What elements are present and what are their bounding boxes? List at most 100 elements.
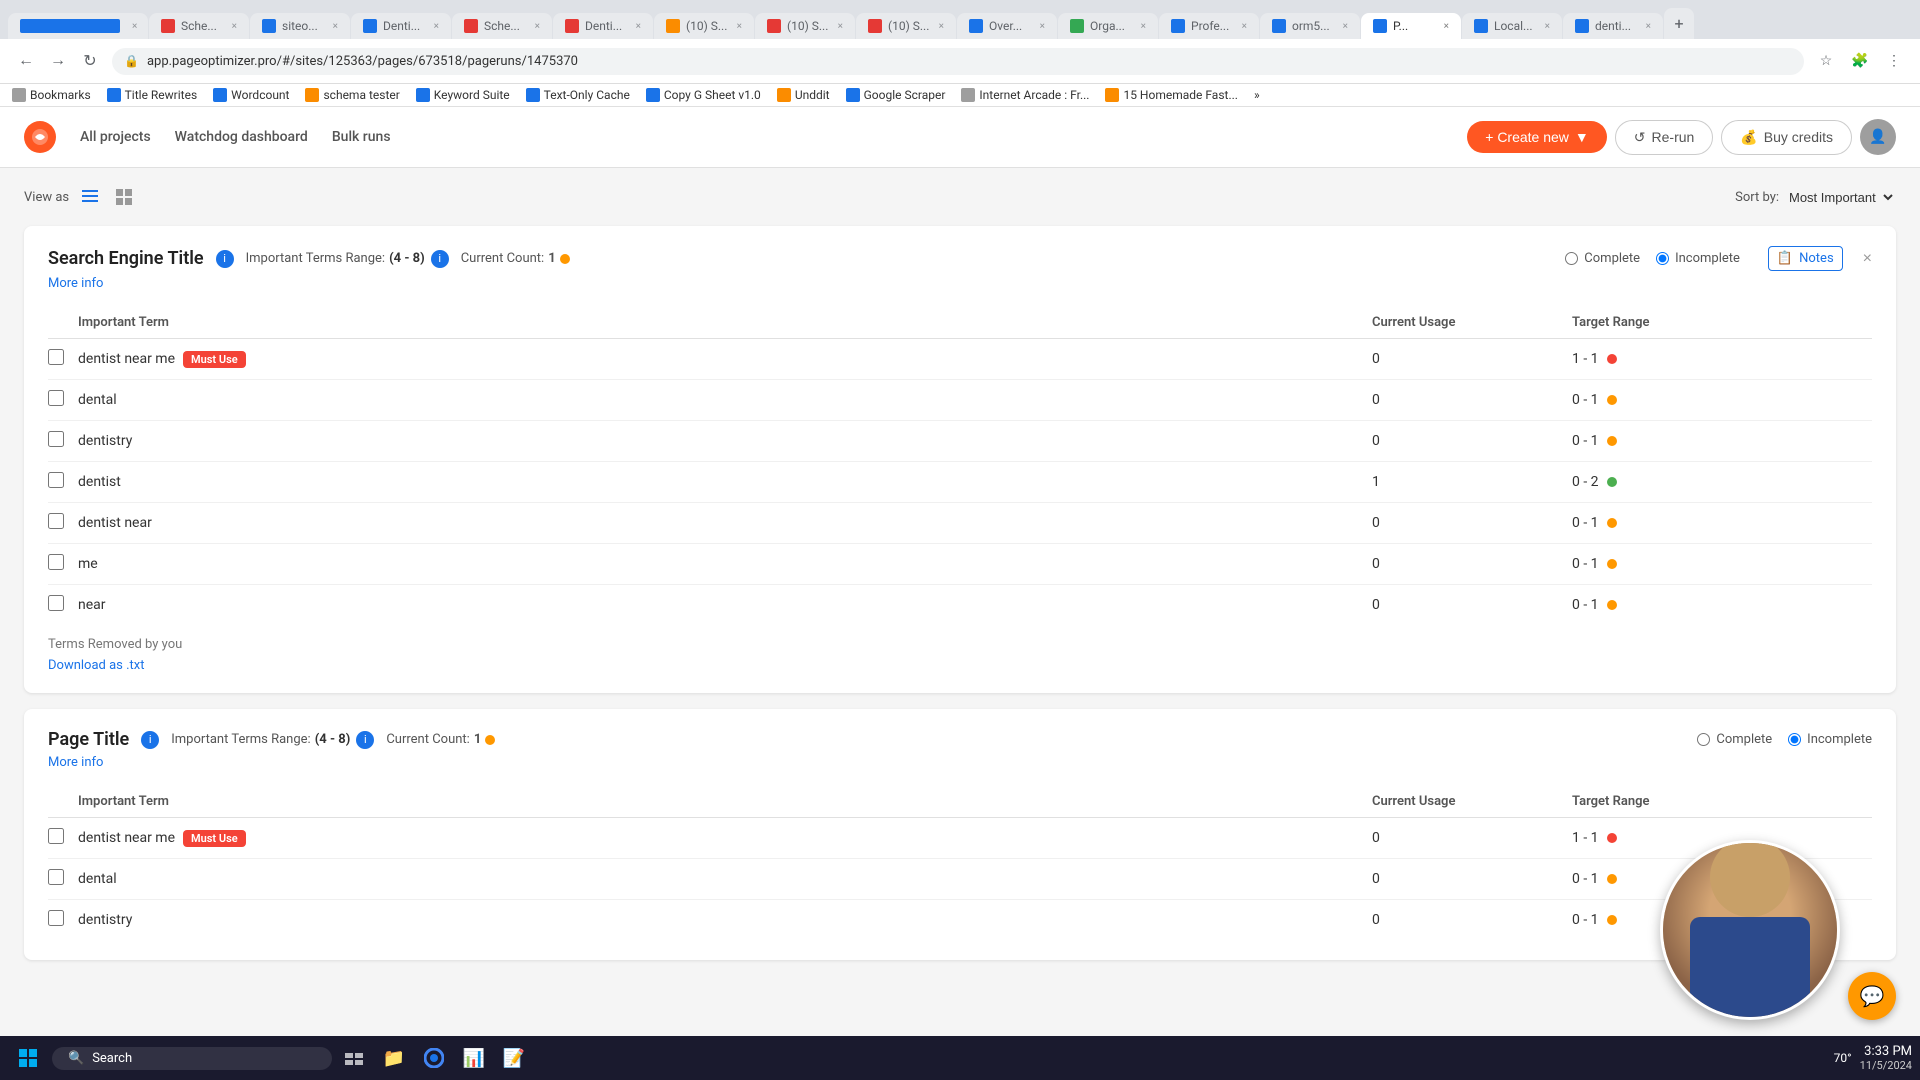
search-label: Search: [92, 1051, 132, 1066]
term-checkbox[interactable]: [48, 554, 64, 570]
bookmark-label: Title Rewrites: [125, 88, 198, 102]
section2-complete-radio[interactable]: Complete: [1697, 732, 1772, 747]
sort-select[interactable]: Most Important Least Important Alphabeti…: [1785, 189, 1896, 206]
bookmark-keyword-suite[interactable]: Keyword Suite: [416, 88, 510, 102]
section1-range-info[interactable]: i: [431, 250, 449, 268]
file-explorer-button[interactable]: 📁: [376, 1040, 412, 1076]
bookmark-schema-tester[interactable]: schema tester: [305, 88, 399, 102]
row-checkbox-cell: [48, 380, 78, 421]
row-checkbox-cell: [48, 544, 78, 585]
section2-incomplete-radio[interactable]: Incomplete: [1788, 732, 1872, 747]
tab-t4[interactable]: Denti... ×: [351, 13, 451, 39]
section2-count-dot: [485, 735, 495, 745]
term-checkbox[interactable]: [48, 869, 64, 885]
bookmark-unddit[interactable]: Unddit: [777, 88, 830, 102]
taskbar-search[interactable]: 🔍 Search: [52, 1047, 332, 1070]
tab-active[interactable]: P... ×: [1361, 13, 1461, 39]
main-content: View as Sort by: Most Import: [0, 168, 1920, 1048]
tab-t2[interactable]: Sche... ×: [149, 13, 249, 39]
term-checkbox[interactable]: [48, 472, 64, 488]
row-checkbox-cell: [48, 859, 78, 900]
bookmark-copy-gsheet[interactable]: Copy G Sheet v1.0: [646, 88, 761, 102]
term-checkbox[interactable]: [48, 390, 64, 406]
row-checkbox-cell: [48, 900, 78, 941]
section1-count-dot: [560, 254, 570, 264]
term-checkbox[interactable]: [48, 513, 64, 529]
section1-download-link[interactable]: Download as .txt: [48, 658, 144, 673]
rerun-button[interactable]: ↺ Re-run: [1615, 120, 1714, 155]
address-bar[interactable]: 🔒 app.pageoptimizer.pro/#/sites/125363/p…: [112, 48, 1804, 75]
bookmark-bookmarks[interactable]: Bookmarks: [12, 88, 91, 102]
avatar-body: [1690, 917, 1810, 1017]
user-avatar[interactable]: 👤: [1860, 119, 1896, 155]
term-cell: dentist near meMust Use: [78, 339, 1372, 380]
list-view-button[interactable]: [77, 184, 103, 210]
chat-bubble-button[interactable]: 💬: [1848, 972, 1896, 1020]
new-tab-button[interactable]: +: [1664, 8, 1694, 39]
tab-t16[interactable]: denti... ×: [1563, 13, 1663, 39]
bookmark-more[interactable]: »: [1254, 88, 1260, 102]
term-checkbox[interactable]: [48, 349, 64, 365]
term-checkbox[interactable]: [48, 910, 64, 926]
forward-button[interactable]: →: [44, 47, 72, 75]
section1-incomplete-radio[interactable]: Incomplete: [1656, 251, 1740, 266]
taskbar-icon-misc1[interactable]: 📊: [456, 1040, 492, 1076]
taskbar-icon-misc2[interactable]: 📝: [496, 1040, 532, 1076]
tab-t8[interactable]: (10) S... ×: [755, 13, 855, 39]
section2-info-icon[interactable]: i: [141, 731, 159, 749]
nav-all-projects[interactable]: All projects: [80, 129, 151, 145]
tab-t10[interactable]: Over... ×: [957, 13, 1057, 39]
term-checkbox[interactable]: [48, 431, 64, 447]
range-dot: [1607, 436, 1617, 446]
menu-icon[interactable]: ⋮: [1880, 47, 1908, 75]
video-avatar: [1660, 840, 1840, 1020]
app-logo: [24, 121, 56, 153]
section2-range-info[interactable]: i: [356, 731, 374, 749]
bookmark-wordcount[interactable]: Wordcount: [213, 88, 289, 102]
section1-info-icon[interactable]: i: [216, 250, 234, 268]
extensions-icon[interactable]: 🧩: [1846, 47, 1874, 75]
section1-notes-button[interactable]: 📋 Notes: [1768, 246, 1843, 271]
bookmark-google-scraper[interactable]: Google Scraper: [846, 88, 946, 102]
nav-buttons: ← → ↻: [12, 47, 104, 75]
tab-t6[interactable]: Denti... ×: [553, 13, 653, 39]
section1-complete-radio[interactable]: Complete: [1565, 251, 1640, 266]
grid-view-button[interactable]: [111, 184, 137, 210]
back-button[interactable]: ←: [12, 47, 40, 75]
nav-bulk-runs[interactable]: Bulk runs: [332, 129, 391, 145]
section1-close-button[interactable]: ×: [1863, 250, 1872, 268]
term-checkbox[interactable]: [48, 595, 64, 611]
tab-t3[interactable]: siteo... ×: [250, 13, 350, 39]
tab-t15[interactable]: Local... ×: [1462, 13, 1562, 39]
tab-t11[interactable]: Orga... ×: [1058, 13, 1158, 39]
range-dot: [1607, 600, 1617, 610]
tab-t1[interactable]: Denti... ×: [8, 13, 148, 39]
create-new-button[interactable]: + Create new ▼: [1467, 121, 1607, 153]
bookmark-title-rewrites[interactable]: Title Rewrites: [107, 88, 198, 102]
task-view-button[interactable]: [336, 1040, 372, 1076]
chrome-taskbar-button[interactable]: [416, 1040, 452, 1076]
bookmark-internet-arcade[interactable]: Internet Arcade : Fr...: [961, 88, 1089, 102]
bookmark-star-icon[interactable]: ☆: [1812, 47, 1840, 75]
tab-t9[interactable]: (10) S... ×: [856, 13, 956, 39]
section1-more-info-link[interactable]: More info: [48, 276, 103, 291]
bookmark-label: Google Scraper: [864, 88, 946, 102]
usage-cell: 1: [1372, 462, 1572, 503]
tab-t12[interactable]: Profe... ×: [1159, 13, 1259, 39]
bookmark-homemade-fast[interactable]: 15 Homemade Fast...: [1105, 88, 1238, 102]
bookmark-text-cache[interactable]: Text-Only Cache: [526, 88, 630, 102]
tab-t13[interactable]: orm5... ×: [1260, 13, 1360, 39]
nav-watchdog[interactable]: Watchdog dashboard: [175, 129, 308, 145]
notes-icon: 📋: [1777, 251, 1793, 266]
section2-more-info-link[interactable]: More info: [48, 755, 103, 770]
create-new-label: + Create new: [1485, 129, 1569, 145]
usage-cell: 0: [1372, 339, 1572, 380]
bookmark-label: Bookmarks: [30, 88, 91, 102]
term-checkbox[interactable]: [48, 828, 64, 844]
refresh-button[interactable]: ↻: [76, 47, 104, 75]
tab-t5[interactable]: Sche... ×: [452, 13, 552, 39]
tab-t7[interactable]: (10) S... ×: [654, 13, 754, 39]
bookmark-label: Text-Only Cache: [544, 88, 630, 102]
start-button[interactable]: [8, 1038, 48, 1078]
buy-credits-button[interactable]: 💰 Buy credits: [1721, 120, 1852, 155]
